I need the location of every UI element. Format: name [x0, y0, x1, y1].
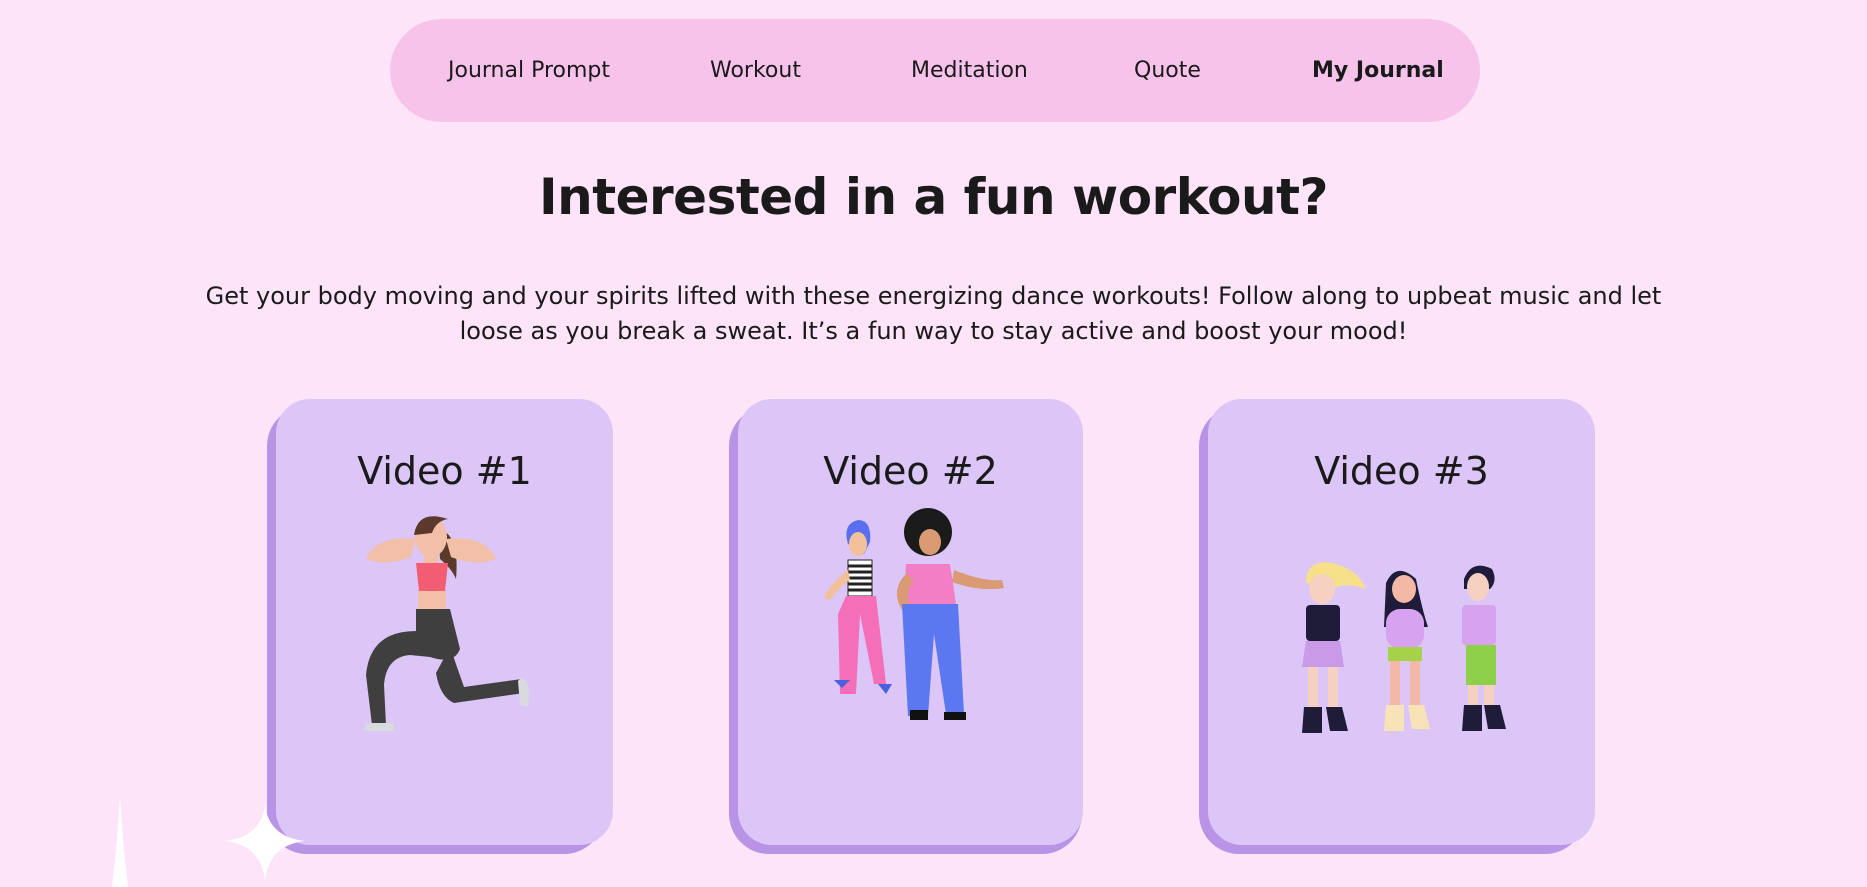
three-dancers-illustration	[1302, 562, 1506, 733]
card-title: Video #3	[1314, 449, 1489, 493]
video-card-2[interactable]: Video #2	[738, 399, 1083, 845]
sparkle-icon	[112, 795, 128, 887]
nav-my-journal[interactable]: My Journal	[1312, 19, 1444, 122]
sparkle-icon	[225, 805, 305, 881]
page-description: Get your body moving and your spirits li…	[205, 282, 1662, 345]
nav-journal-prompt[interactable]: Journal Prompt	[448, 19, 610, 122]
page-title: Interested in a fun workout?	[539, 168, 1328, 226]
card-title: Video #2	[823, 449, 998, 493]
nav-meditation[interactable]: Meditation	[911, 19, 1028, 122]
nav-workout[interactable]: Workout	[710, 19, 801, 122]
video-card-1[interactable]: Video #1	[276, 399, 613, 845]
card-title: Video #1	[357, 449, 532, 493]
video-card-3[interactable]: Video #3	[1208, 399, 1595, 845]
lunge-woman-illustration	[364, 516, 530, 731]
nav-quote[interactable]: Quote	[1134, 19, 1201, 122]
two-dancers-illustration	[824, 508, 1004, 720]
main-navbar: Journal Prompt Workout Meditation Quote …	[390, 19, 1480, 122]
